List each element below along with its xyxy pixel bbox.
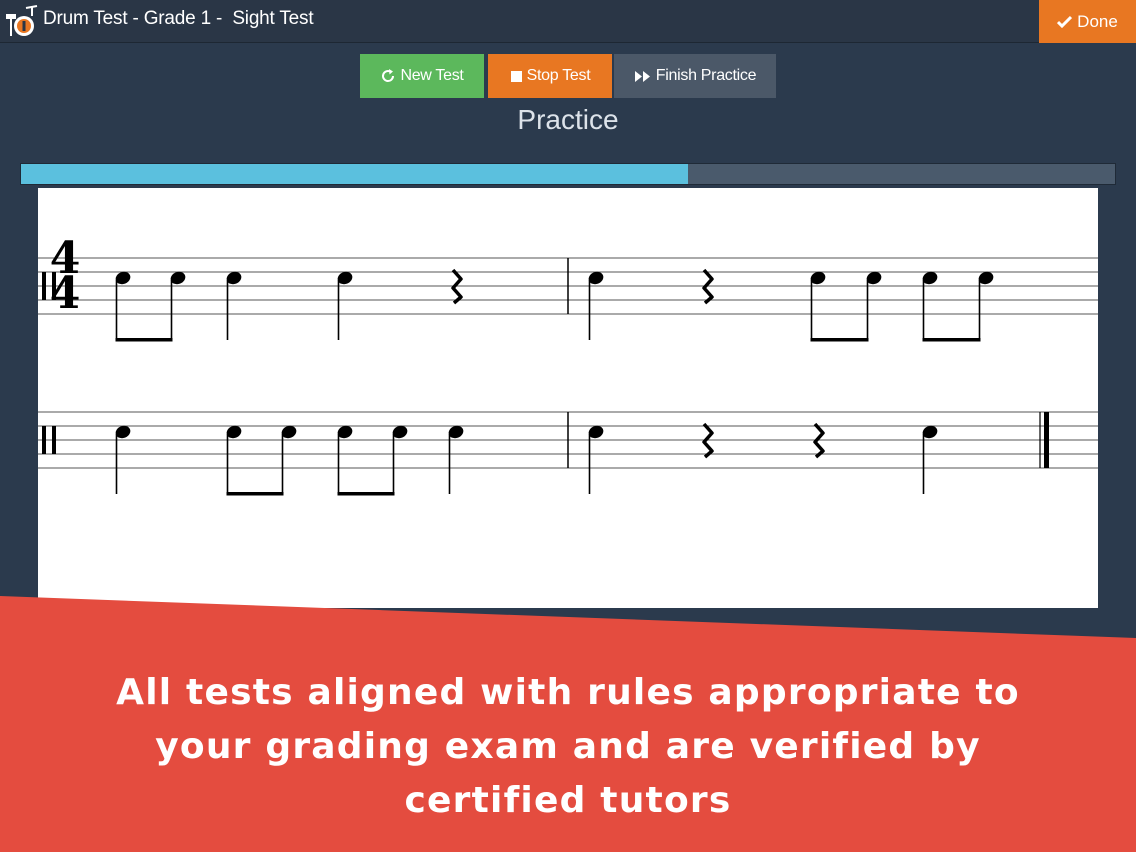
- promo-line-1: All tests aligned with rules appropriate…: [116, 672, 1020, 713]
- note-beam: [337, 492, 395, 496]
- title-bar: Drum Test - Grade 1 - Sight Test Done: [0, 0, 1136, 43]
- note-beam: [922, 338, 981, 342]
- finish-practice-button[interactable]: Finish Practice: [614, 54, 776, 98]
- stop-test-button[interactable]: Stop Test: [488, 54, 612, 98]
- fast-forward-icon: [634, 70, 650, 82]
- percussion-clef: [42, 426, 46, 454]
- percussion-clef: [52, 426, 56, 454]
- note-beam: [810, 338, 869, 342]
- drum-notation: 4 4: [38, 233, 1098, 496]
- stop-test-label: Stop Test: [526, 67, 591, 84]
- stop-icon: [510, 70, 522, 82]
- done-label: Done: [1077, 11, 1118, 31]
- drum-kit-icon: [6, 5, 38, 36]
- app-title: Drum Test - Grade 1 - Sight Test: [43, 8, 314, 29]
- staves: [38, 257, 1098, 469]
- percussion-clef: [42, 272, 46, 300]
- test-toolbar: New Test Stop Test Finish Practice: [360, 54, 776, 98]
- promo-text: All tests aligned with rules appropriate…: [0, 666, 1136, 828]
- done-button[interactable]: Done: [1039, 0, 1136, 43]
- score-sheet: 4 4: [38, 188, 1098, 608]
- mode-title: Practice: [517, 104, 619, 135]
- progress-fill: [21, 164, 689, 184]
- final-barline-thick: [1044, 412, 1049, 468]
- time-signature-bottom: 4: [50, 268, 81, 319]
- finish-practice-label: Finish Practice: [655, 67, 757, 84]
- refresh-icon: [382, 69, 395, 82]
- note-beam: [226, 492, 284, 496]
- notes: [115, 268, 994, 496]
- progress-bar: [20, 163, 1116, 185]
- check-icon: [1057, 15, 1073, 28]
- promo-line-2: your grading exam and are verified by: [155, 726, 981, 767]
- new-test-button[interactable]: New Test: [360, 54, 484, 98]
- note-beam: [115, 338, 173, 342]
- promo-line-3: certified tutors: [404, 780, 732, 821]
- new-test-label: New Test: [400, 67, 464, 84]
